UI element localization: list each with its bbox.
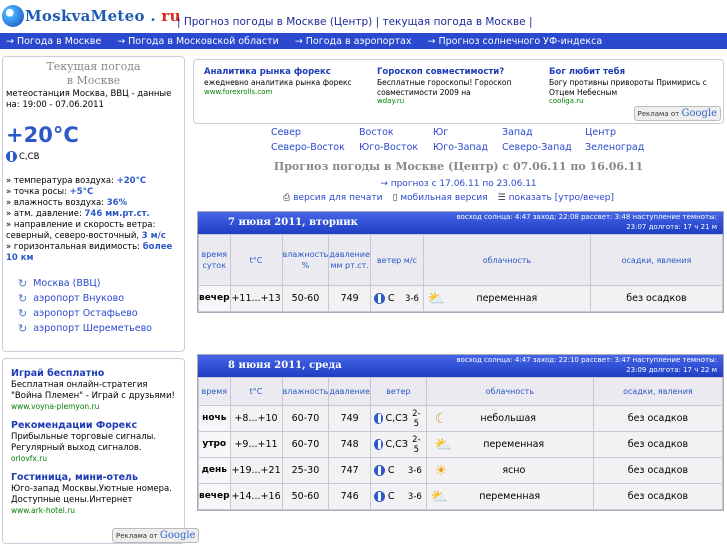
logo-text: MoskvaMeteo bbox=[25, 7, 145, 25]
station-link-vvc[interactable]: ↻ Москва (ВВЦ) bbox=[18, 276, 181, 291]
table-row: вечер +11...+13 50-60 749 С 3-6 ⛅ переменн… bbox=[198, 285, 724, 312]
table-header-row: время суток t°C влажность % давление мм … bbox=[198, 234, 724, 286]
current-weather-title: Текущая погода в Москве bbox=[46, 60, 141, 87]
region-west[interactable]: Запад bbox=[502, 127, 533, 138]
ad-item[interactable]: Аналитика рынка форекс ежедневно аналити… bbox=[204, 67, 364, 97]
forecast-table: время t°C влажность давление ветер облач… bbox=[198, 377, 724, 510]
show-morning-evening-link[interactable]: ☰ показать [утро/вечер] bbox=[498, 193, 614, 203]
forecast-day: 8 июня 2011, среда восход солнца: 4:47 з… bbox=[197, 354, 724, 511]
current-temperature: +20°C bbox=[6, 123, 79, 147]
mobile-phone-icon: ▯ bbox=[392, 193, 398, 203]
param-visibility: » горизонтальная видимость: более 10 км bbox=[6, 242, 173, 263]
station-link-vnukovo[interactable]: ↻ аэропорт Внуково bbox=[18, 291, 181, 306]
param-air-temp: » температура воздуха: +20°C bbox=[6, 176, 147, 186]
region-northeast[interactable]: Северо-Восток bbox=[271, 142, 345, 153]
wind-direction-icon bbox=[373, 439, 383, 450]
ad-item[interactable]: Играй бесплатно Бесплатная онлайн-страте… bbox=[11, 368, 176, 412]
table-header-row: время t°C влажность давление ветер облач… bbox=[198, 377, 724, 406]
day-date: 8 июня 2011, среда bbox=[228, 360, 342, 371]
nav-moscow-region[interactable]: → Погода в Московской области bbox=[117, 36, 279, 47]
printer-icon: ⎙ bbox=[283, 193, 291, 203]
wind-direction-icon bbox=[373, 491, 385, 502]
globe-icon bbox=[2, 5, 24, 27]
header: MoskvaMeteo . ru | Прогноз погоды в Моск… bbox=[0, 0, 727, 32]
wind-direction-icon bbox=[6, 151, 17, 162]
next-forecast-link[interactable]: → прогноз с 17.06.11 по 23.06.11 bbox=[193, 179, 724, 189]
ad-item[interactable]: Гостиница, мини-отель Юго-запад Москвы.У… bbox=[11, 472, 176, 516]
ad-item[interactable]: Рекомендации Форекс Прибыльные торговые … bbox=[11, 420, 176, 464]
partly-cloudy-icon: ⛅ bbox=[434, 436, 453, 453]
cycle-icon: ↻ bbox=[18, 307, 28, 320]
list-icon: ☰ bbox=[497, 193, 506, 203]
region-northwest[interactable]: Северо-Запад bbox=[502, 142, 572, 153]
table-row: день +19...+21 25-30 747 С 3-6 ☀ ясно без … bbox=[198, 457, 724, 484]
region-north[interactable]: Север bbox=[271, 127, 301, 138]
cycle-icon: ↻ bbox=[18, 322, 28, 335]
table-row: вечер +14...+16 50-60 746 С 3-6 ⛅ переменн… bbox=[198, 483, 724, 510]
table-row: утро +9...+11 60-70 748 С,СЗ 2-5 ⛅ перемен… bbox=[198, 431, 724, 458]
day-header: 8 июня 2011, среда восход солнца: 4:47 з… bbox=[198, 355, 723, 377]
region-center[interactable]: Центр bbox=[585, 127, 616, 138]
day-header: 7 июня 2011, вторник восход солнца: 4:47… bbox=[198, 212, 723, 234]
partly-cloudy-icon: ⛅ bbox=[430, 488, 449, 505]
ads-by-google-badge[interactable]: Реклама от Google bbox=[112, 528, 200, 543]
param-pressure: » атм. давление: 746 мм.рт.ст. bbox=[6, 209, 150, 219]
partly-cloudy-icon: ⛅ bbox=[427, 290, 446, 307]
ad-item[interactable]: Бог любит тебя Богу противны привороты П… bbox=[549, 67, 714, 106]
forecast-title: Прогноз погоды в Москве (Центр) с 07.06.… bbox=[273, 160, 644, 173]
param-wind: » направление и скорость ветра: северный… bbox=[6, 220, 166, 241]
table-row: ночь +8...+10 60-70 749 С,СЗ 2-5 ☾ небольш… bbox=[198, 405, 724, 432]
top-ads-block: Аналитика рынка форекс ежедневно аналити… bbox=[193, 59, 724, 124]
nav-uv-index[interactable]: → Прогноз солнечного УФ-индекса bbox=[428, 36, 603, 47]
nav-airports[interactable]: → Погода в аэропортах bbox=[295, 36, 412, 47]
region-southwest[interactable]: Юго-Запад bbox=[433, 142, 488, 153]
top-nav: → Погода в Москве → Погода в Московской … bbox=[0, 33, 727, 49]
page-title: | Прогноз погоды в Москве (Центр) | теку… bbox=[177, 16, 533, 28]
wind-direction-icon bbox=[373, 465, 385, 476]
current-wind: С,СВ bbox=[6, 151, 181, 162]
station-info: метеостанция Москва, ВВЦ - данные на: 19… bbox=[6, 89, 172, 110]
region-east[interactable]: Восток bbox=[359, 127, 394, 138]
param-humidity: » влажность воздуха: 36% bbox=[6, 198, 128, 208]
station-links: ↻ Москва (ВВЦ) ↻ аэропорт Внуково ↻ аэропор… bbox=[6, 276, 181, 336]
sun-icon: ☀ bbox=[434, 462, 448, 479]
wind-direction-icon bbox=[373, 413, 383, 424]
left-ads-block: Играй бесплатно Бесплатная онлайн-страте… bbox=[2, 358, 185, 544]
current-params: » температура воздуха: +20°C » точка рос… bbox=[6, 176, 181, 264]
forecast-options: ⎙ версия для печати ▯ мобильная версия ☰ по… bbox=[283, 193, 614, 203]
ads-by-google-badge[interactable]: Реклама от Google bbox=[633, 106, 721, 121]
region-southeast[interactable]: Юго-Восток bbox=[359, 142, 418, 153]
print-version-link[interactable]: ⎙ версия для печати bbox=[283, 193, 382, 203]
region-zelenograd[interactable]: Зеленоград bbox=[585, 142, 644, 153]
current-weather-panel: Текущая погода в Москве метеостанция Мос… bbox=[2, 56, 185, 352]
nav-moscow[interactable]: → Погода в Москве bbox=[6, 36, 101, 47]
site-logo[interactable]: MoskvaMeteo . ru bbox=[2, 5, 181, 27]
forecast-day: 7 июня 2011, вторник восход солнца: 4:47… bbox=[197, 211, 724, 313]
station-link-sheremetyevo[interactable]: ↻ аэропорт Шереметьево bbox=[18, 321, 181, 336]
mobile-version-link[interactable]: ▯ мобильная версия bbox=[392, 193, 487, 203]
station-link-ostafyevo[interactable]: ↻ аэропорт Остафьево bbox=[18, 306, 181, 321]
day-date: 7 июня 2011, вторник bbox=[228, 217, 358, 228]
ad-item[interactable]: Гороскоп совместимости? Бесплатные горос… bbox=[377, 67, 527, 106]
cycle-icon: ↻ bbox=[18, 292, 28, 305]
moon-cloud-icon: ☾ bbox=[434, 410, 448, 427]
forecast-table: время суток t°C влажность % давление мм … bbox=[198, 234, 724, 312]
param-dew-point: » точка росы: +5°C bbox=[6, 187, 94, 197]
wind-direction-icon bbox=[373, 293, 385, 304]
cycle-icon: ↻ bbox=[18, 277, 28, 290]
region-south[interactable]: Юг bbox=[433, 127, 448, 138]
